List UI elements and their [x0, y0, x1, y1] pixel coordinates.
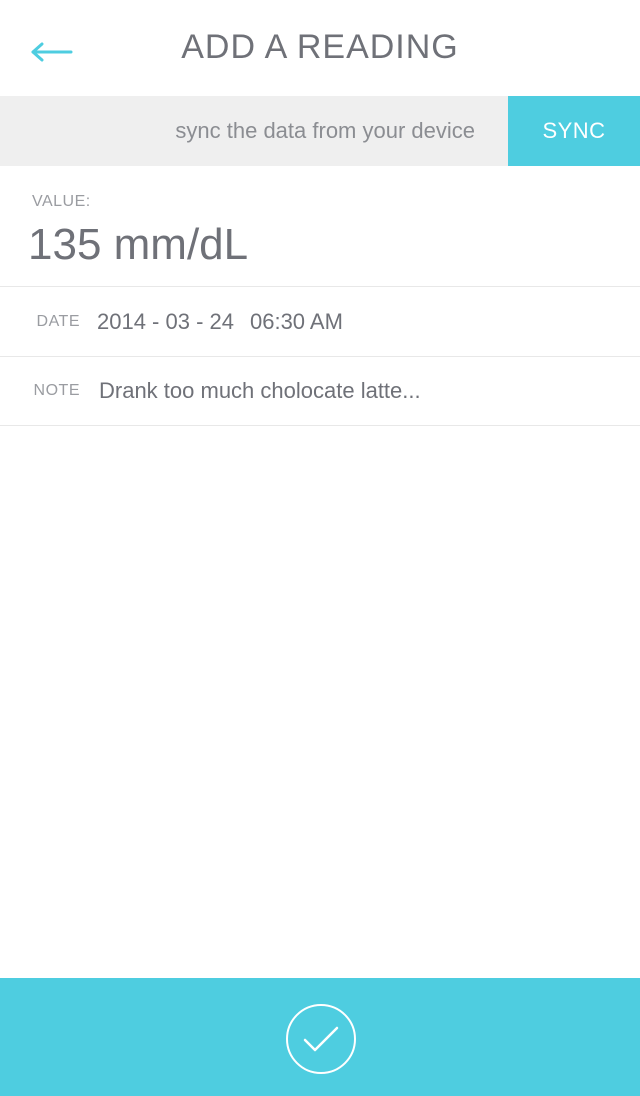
value-field[interactable]: VALUE: 135 mm/dL — [0, 166, 640, 287]
checkmark-icon — [303, 1026, 339, 1052]
date-value: 2014 - 03 - 24 — [97, 309, 234, 334]
date-row[interactable]: DATE 2014 - 03 - 24 06:30 AM — [0, 287, 640, 357]
add-reading-screen: ADD A READING sync the data from your de… — [0, 0, 640, 1096]
sync-hint: sync the data from your device — [175, 118, 475, 143]
sync-bar: sync the data from your device SYNC — [0, 96, 640, 166]
header: ADD A READING — [0, 0, 640, 96]
sync-button[interactable]: SYNC — [508, 96, 640, 166]
date-label: DATE — [36, 313, 80, 330]
value-label: VALUE: — [32, 193, 91, 210]
note-row: NOTE — [0, 356, 640, 426]
note-label: NOTE — [33, 382, 80, 399]
note-input[interactable] — [97, 368, 619, 414]
footer-bar — [0, 978, 640, 1096]
value-text: 135 mm/dL — [28, 220, 249, 269]
confirm-button[interactable] — [286, 1004, 356, 1074]
date-time-value: 2014 - 03 - 24 06:30 AM — [97, 287, 343, 356]
page-title: ADD A READING — [181, 28, 459, 66]
time-value: 06:30 AM — [249, 309, 343, 334]
